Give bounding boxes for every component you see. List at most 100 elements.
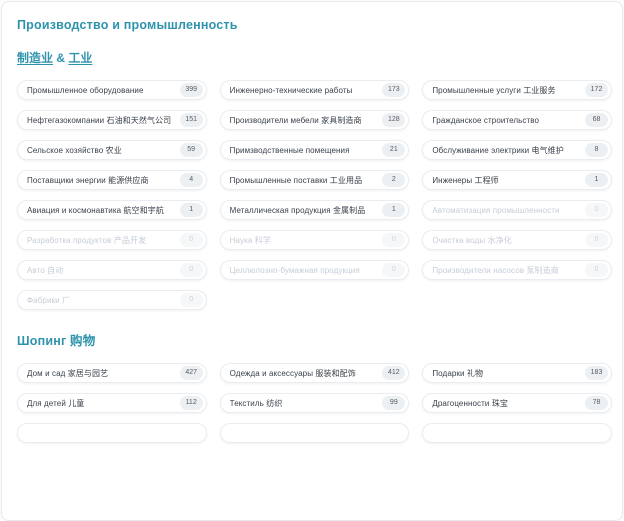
count-badge: 0 bbox=[585, 233, 608, 247]
category-label: Авиация и космонавтика 航空和宇航 bbox=[27, 205, 164, 216]
category-pill[interactable]: Драгоценности 珠宝 78 bbox=[422, 393, 612, 413]
category-pill[interactable]: Фабрики 厂 0 bbox=[17, 290, 207, 310]
section-manufacturing-heading: 制造业 & 工业 bbox=[17, 49, 612, 66]
category-pill[interactable]: Одежда и аксессуары 服装和配饰 412 bbox=[220, 363, 410, 383]
category-pill[interactable]: Авиация и космонавтика 航空和宇航 1 bbox=[17, 200, 207, 220]
count-badge: 0 bbox=[180, 293, 203, 307]
category-pill[interactable]: Поставщики энергии 能源供应商 4 bbox=[17, 170, 207, 190]
count-badge: 112 bbox=[180, 396, 203, 410]
category-pill[interactable]: Промышленные поставки 工业用品 2 bbox=[220, 170, 410, 190]
category-pill[interactable]: Производители мебели 家具制造商 128 bbox=[220, 110, 410, 130]
category-label: Металлическая продукция 金属制品 bbox=[230, 205, 366, 216]
count-badge: 8 bbox=[585, 143, 608, 157]
directory-card: Производство и промышленность 制造业 & 工业 П… bbox=[1, 1, 623, 521]
count-badge: 99 bbox=[382, 396, 405, 410]
category-pill[interactable]: Сельское хозяйство 农业 59 bbox=[17, 140, 207, 160]
category-label: Очистка воды 水净化 bbox=[432, 235, 512, 246]
category-pill[interactable]: Гражданское строительство 68 bbox=[422, 110, 612, 130]
count-badge: 0 bbox=[585, 263, 608, 277]
category-label: Промышленные поставки 工业用品 bbox=[230, 175, 363, 186]
category-label: Авто 自动 bbox=[27, 265, 63, 276]
category-label: Автоматизация промышленности bbox=[432, 206, 559, 215]
category-label: Дом и сад 家居与园艺 bbox=[27, 368, 108, 379]
category-label: Примзводственные помещения bbox=[230, 146, 350, 155]
heading-separator: & bbox=[53, 51, 68, 65]
count-badge: 0 bbox=[585, 203, 608, 217]
category-pill[interactable]: Дом и сад 家居与园艺 427 bbox=[17, 363, 207, 383]
count-badge: 59 bbox=[180, 143, 203, 157]
category-pill[interactable]: Металлическая продукция 金属制品 1 bbox=[220, 200, 410, 220]
count-badge: 1 bbox=[585, 173, 608, 187]
count-badge: 151 bbox=[180, 113, 203, 127]
count-badge: 128 bbox=[382, 113, 405, 127]
count-badge: 68 bbox=[585, 113, 608, 127]
category-column: Подарки 礼物 183 Драгоценности 珠宝 78 bbox=[422, 363, 612, 443]
count-badge: 183 bbox=[585, 366, 608, 380]
category-label: Поставщики энергии 能源供应商 bbox=[27, 175, 149, 186]
category-column: Инженерно-технические работы 173 Производи… bbox=[220, 80, 410, 280]
count-badge: 0 bbox=[180, 263, 203, 277]
category-label: Сельское хозяйство 农业 bbox=[27, 145, 122, 156]
category-label: Промышленные услуги 工业服务 bbox=[432, 85, 555, 96]
category-label: Для детей 儿童 bbox=[27, 398, 84, 409]
page-title: Производство и промышленность bbox=[17, 18, 612, 32]
category-pill[interactable]: Целлюлозно-бумажная продукция0 bbox=[220, 260, 410, 280]
category-pill[interactable]: Очистка воды 水净化 0 bbox=[422, 230, 612, 250]
category-label: Обслуживание электрики 电气维护 bbox=[432, 145, 564, 156]
category-label: Промышленное оборудование bbox=[27, 86, 144, 95]
category-pill[interactable]: Автоматизация промышленности 0 bbox=[422, 200, 612, 220]
category-label: Фабрики 厂 bbox=[27, 295, 70, 306]
category-pill[interactable]: Производители насосов 泵制造商0 bbox=[422, 260, 612, 280]
count-badge: 0 bbox=[382, 233, 405, 247]
category-label: Одежда и аксессуары 服装和配饰 bbox=[230, 368, 356, 379]
count-badge: 412 bbox=[382, 366, 405, 380]
category-pill[interactable]: Промышленные услуги 工业服务 172 bbox=[422, 80, 612, 100]
category-pill[interactable]: Текстиль 纺织 99 bbox=[220, 393, 410, 413]
category-label: Разработка продуктов 产品开发 bbox=[27, 235, 146, 246]
category-pill[interactable]: Примзводственные помещения 21 bbox=[220, 140, 410, 160]
count-badge: 0 bbox=[180, 233, 203, 247]
count-badge: 427 bbox=[180, 366, 203, 380]
count-badge: 21 bbox=[382, 143, 405, 157]
category-pill[interactable]: Наука 科学 0 bbox=[220, 230, 410, 250]
category-pill[interactable]: Авто 自动 0 bbox=[17, 260, 207, 280]
category-label: Текстиль 纺织 bbox=[230, 398, 283, 409]
category-pill[interactable]: Разработка продуктов 产品开发 0 bbox=[17, 230, 207, 250]
section-shopping-heading: Шопинг 购物 bbox=[17, 330, 612, 349]
category-pill[interactable]: Подарки 礼物 183 bbox=[422, 363, 612, 383]
industry-link[interactable]: 工业 bbox=[68, 51, 92, 65]
count-badge: 78 bbox=[585, 396, 608, 410]
category-pill[interactable]: Промышленное оборудование 399 bbox=[17, 80, 207, 100]
count-badge: 4 bbox=[180, 173, 203, 187]
category-label: Инженеры 工程师 bbox=[432, 175, 498, 186]
category-label: Нефтегазокомпании 石油和天然气公司 bbox=[27, 115, 171, 126]
manufacturing-category-grid: Промышленное оборудование 399 Нефтегазоком… bbox=[17, 80, 612, 310]
category-label: Гражданское строительство bbox=[432, 116, 539, 125]
category-pill[interactable]: Нефтегазокомпании 石油和天然气公司 151 bbox=[17, 110, 207, 130]
count-badge: 2 bbox=[382, 173, 405, 187]
category-column: Дом и сад 家居与园艺 427 Для детей 儿童 112 bbox=[17, 363, 207, 443]
category-pill-clipped[interactable] bbox=[17, 423, 207, 443]
count-badge: 1 bbox=[382, 203, 405, 217]
count-badge: 0 bbox=[382, 263, 405, 277]
category-pill[interactable]: Инженеры 工程师 1 bbox=[422, 170, 612, 190]
category-label: Инженерно-технические работы bbox=[230, 86, 353, 95]
category-pill-clipped[interactable] bbox=[422, 423, 612, 443]
count-badge: 1 bbox=[180, 203, 203, 217]
count-badge: 173 bbox=[382, 83, 405, 97]
category-label: Драгоценности 珠宝 bbox=[432, 398, 508, 409]
category-pill[interactable]: Для детей 儿童 112 bbox=[17, 393, 207, 413]
shopping-category-grid: Дом и сад 家居与园艺 427 Для детей 儿童 112 Одежда … bbox=[17, 363, 612, 443]
category-label: Подарки 礼物 bbox=[432, 368, 483, 379]
category-column: Промышленные услуги 工业服务 172 Гражданское с… bbox=[422, 80, 612, 280]
category-column: Промышленное оборудование 399 Нефтегазоком… bbox=[17, 80, 207, 310]
category-label: Производители мебели 家具制造商 bbox=[230, 115, 362, 126]
category-pill[interactable]: Обслуживание электрики 电气维护 8 bbox=[422, 140, 612, 160]
category-pill-clipped[interactable] bbox=[220, 423, 410, 443]
category-pill[interactable]: Инженерно-технические работы 173 bbox=[220, 80, 410, 100]
count-badge: 399 bbox=[180, 83, 203, 97]
category-column: Одежда и аксессуары 服装和配饰 412 Текстиль 纺织 9… bbox=[220, 363, 410, 443]
category-label: Наука 科学 bbox=[230, 235, 271, 246]
manufacturing-link[interactable]: 制造业 bbox=[17, 51, 53, 65]
count-badge: 172 bbox=[585, 83, 608, 97]
